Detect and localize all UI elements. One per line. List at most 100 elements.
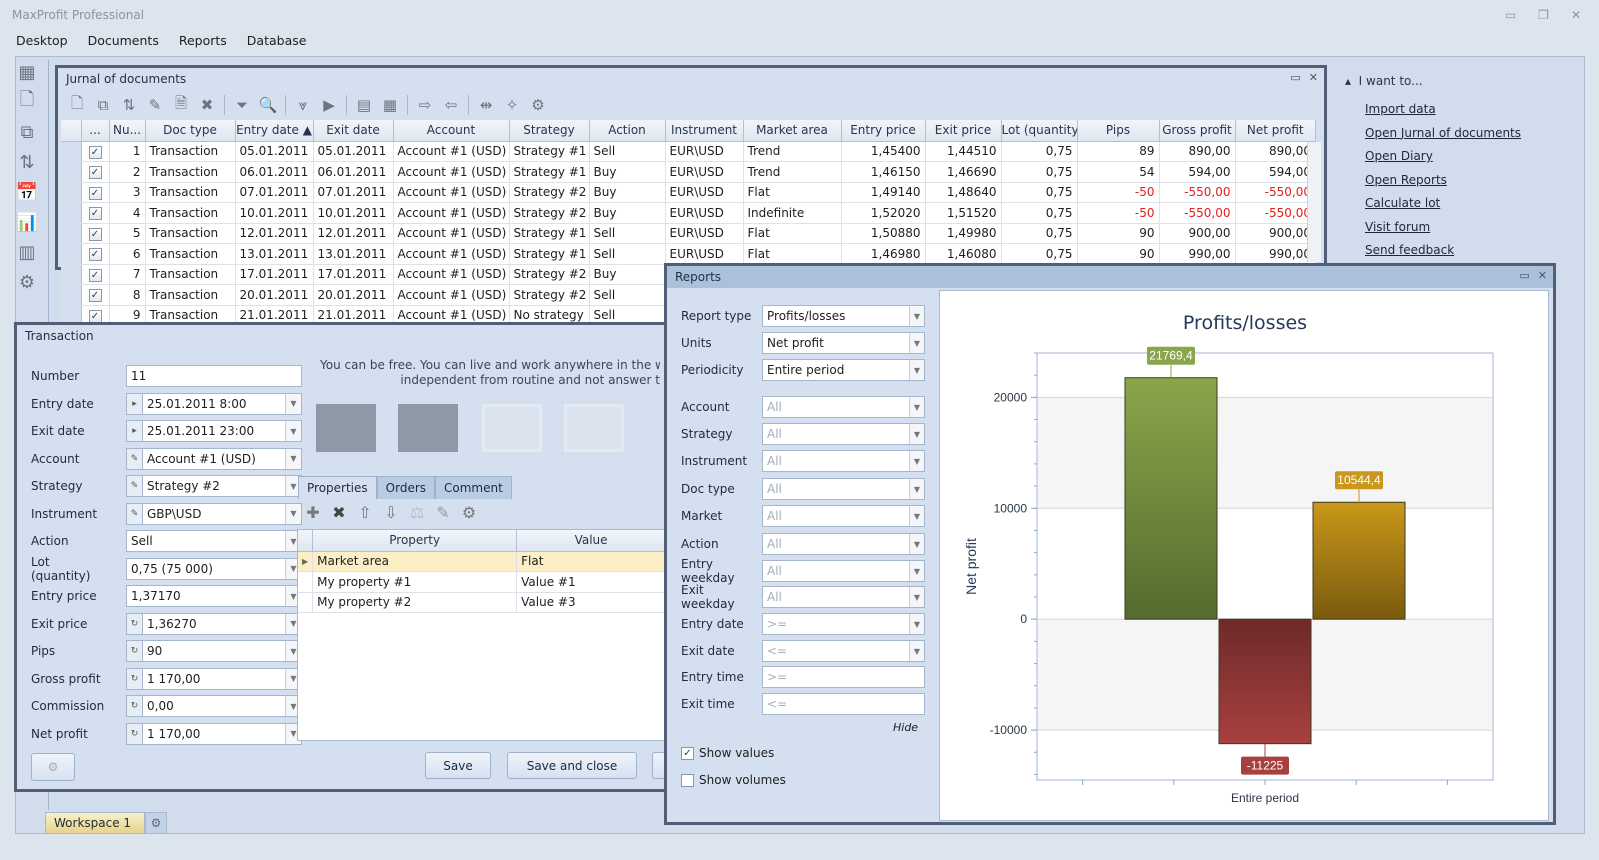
row-checkbox[interactable]: ✓ [88,248,102,262]
table-icon[interactable]: ▦ [15,60,39,84]
save-and-close-button[interactable]: Save and close [507,752,637,779]
field-input[interactable]: ↻ 90 ▼ [126,640,302,662]
table-row[interactable]: ✓ 3 Transaction 07.01.2011 07.01.2011 Account… [61,182,1316,203]
row-selector[interactable] [61,161,82,183]
link-calculate-lot[interactable]: Calculate lot [1365,196,1521,220]
chevron-down-icon[interactable]: ▼ [909,397,924,417]
journal-scrollbar[interactable] [1307,142,1321,262]
filter-input[interactable]: All ▼ [762,586,925,608]
field-input[interactable]: Sell ▼ [126,530,302,552]
column-header[interactable]: Strategy [509,120,590,142]
cell-value[interactable]: Value #3 [516,592,666,613]
field-input[interactable]: ↻ 1 170,00 ▼ [126,722,302,745]
link-import-data[interactable]: Import data [1365,102,1521,126]
copy-document-icon[interactable]: ⧉ [92,94,114,116]
recalculate-icon[interactable]: ↻ [127,723,143,744]
filter-input[interactable]: Net profit ▼ [762,332,925,354]
field-input[interactable]: ✎ GBP\USD ▼ [126,502,302,525]
scales-icon[interactable]: ⚖ [406,501,428,523]
property-row[interactable]: ▶ Market area Flat [298,551,666,572]
row-checkbox[interactable]: ✓ [88,227,102,241]
delete-icon[interactable]: ✖ [196,94,218,116]
link-visit-forum[interactable]: Visit forum [1365,220,1521,244]
move-down-icon[interactable]: ⇩ [380,501,402,523]
search-icon[interactable]: 🔍 [257,94,279,116]
screenshot-thumbnail[interactable] [316,404,376,452]
cell-value[interactable]: Value #1 [516,571,666,593]
edit-icon[interactable]: ✎ [432,501,454,523]
recalculate-icon[interactable]: ↻ [127,641,143,661]
chevron-down-icon[interactable]: ▼ [909,360,924,380]
chevron-down-icon[interactable]: ▼ [909,333,924,353]
edit-icon[interactable]: ✎ [127,476,143,496]
chevron-down-icon[interactable]: ▼ [909,561,924,581]
table-row[interactable]: ✓ 1 Transaction 05.01.2011 05.01.2011 Account… [61,141,1316,162]
field-input[interactable]: ↻ 1 170,00 ▼ [126,667,302,690]
maximize-icon[interactable]: ▭ [1519,269,1529,282]
cell-value[interactable]: Flat [516,551,666,572]
column-header[interactable]: Exit price [925,120,1002,142]
workspace-settings-button[interactable]: ⚙ [145,812,167,834]
import-icon[interactable]: ⇅ [118,94,140,116]
add-icon[interactable]: ✚ [302,501,324,523]
chevron-down-icon[interactable]: ▼ [909,451,924,471]
field-input[interactable]: ↻ 0,00 ▼ [126,695,302,717]
copy-document-icon[interactable]: ⧉ [15,120,39,144]
menu-desktop[interactable]: Desktop [16,28,78,54]
table-row[interactable]: ✓ 6 Transaction 13.01.2011 13.01.2011 Account… [61,243,1316,265]
chevron-down-icon[interactable]: ▼ [285,421,301,441]
filter-input[interactable]: Entire period ▼ [762,359,925,381]
maximize-icon[interactable]: ▭ [1290,71,1300,84]
chevron-down-icon[interactable]: ▼ [909,306,924,326]
column-header[interactable]: Property [312,530,518,552]
column-header[interactable]: Entry price [841,120,926,142]
close-icon[interactable]: ✕ [1309,71,1318,84]
column-header[interactable]: Exit date [313,120,394,142]
column-header[interactable]: Value [516,530,666,552]
gear-icon[interactable]: ⚙ [15,270,39,294]
row-checkbox[interactable]: ✓ [88,186,102,200]
row-selector[interactable] [61,141,82,162]
tab-orders[interactable]: Orders [376,476,436,499]
table-import-icon[interactable]: ⇦ [440,94,462,116]
minimize-icon[interactable]: ▭ [1505,8,1516,22]
database-icon[interactable]: ▥ [15,240,39,264]
chevron-down-icon[interactable]: ▼ [909,641,924,661]
property-row[interactable]: My property #2 Value #3 [298,592,666,613]
row-selector[interactable] [61,243,82,265]
row-checkbox[interactable]: ✓ [88,309,102,323]
recalculate-icon[interactable]: ↻ [127,668,143,689]
table-row[interactable]: ✓ 5 Transaction 12.01.2011 12.01.2011 Account… [61,223,1316,244]
row-checkbox[interactable]: ✓ [88,289,102,303]
menu-reports[interactable]: Reports [179,28,237,54]
column-header[interactable]: Instrument [665,120,744,142]
play-up-icon[interactable]: ▶ [318,94,340,116]
filter-input[interactable]: <= ▼ [762,640,925,662]
field-input[interactable]: ▸ 25.01.2011 23:00 ▼ [126,420,302,442]
import-icon[interactable]: ⇅ [15,150,39,174]
calendar-icon[interactable]: 📅 [15,180,39,204]
chevron-down-icon[interactable]: ▼ [909,424,924,444]
row-selector[interactable] [61,264,82,285]
magic-wand-icon[interactable]: ✧ [501,94,523,116]
chevron-down-icon[interactable]: ▼ [285,503,301,524]
row-checkbox[interactable]: ✓ [88,145,102,159]
recalculate-icon[interactable]: ↻ [127,696,143,716]
chevron-down-icon[interactable]: ▼ [909,506,924,526]
link-open-journal[interactable]: Open Jurnal of documents [1365,126,1521,150]
filter-input[interactable]: <= [762,693,925,715]
recalculate-icon[interactable]: ↻ [127,613,143,634]
menu-database[interactable]: Database [247,28,317,54]
gear-icon[interactable]: ⚙ [458,501,480,523]
chevron-down-icon[interactable]: ▼ [909,534,924,554]
column-header[interactable]: Gross profit [1159,120,1236,142]
checkbox[interactable] [681,773,694,787]
filter-input[interactable]: All ▼ [762,396,925,418]
row-selector[interactable] [61,202,82,224]
table-settings-icon[interactable]: ⚙ [527,94,549,116]
column-header[interactable]: Pips [1077,120,1160,142]
new-document-icon[interactable]: 🗋 [15,89,39,114]
column-header[interactable]: Account [393,120,510,142]
new-document-icon[interactable]: 🗋 [66,94,88,116]
delete-icon[interactable]: ✖ [328,501,350,523]
